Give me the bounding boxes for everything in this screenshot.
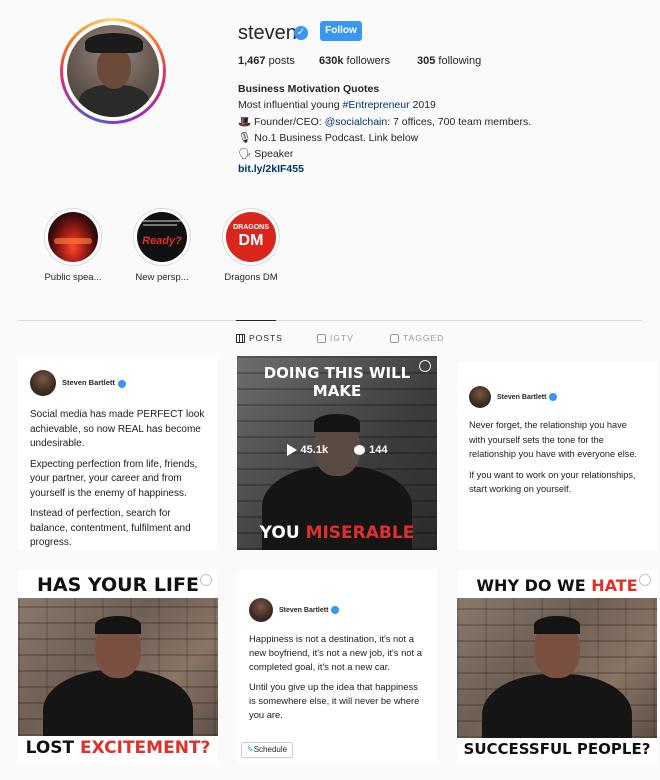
posts-count: 1,467 [238, 55, 266, 67]
post-tile-3[interactable]: Steven Bartlett Never forget, the relati… [457, 362, 657, 550]
post-paragraph: Until you give up the idea that happines… [249, 681, 420, 720]
verified-badge-icon [549, 393, 558, 401]
post-tile-5[interactable]: Steven Bartlett Happiness is not a desti… [237, 570, 437, 764]
post-tile-1[interactable]: Steven Bartlett Social media has made PE… [18, 356, 218, 550]
profile-username: steven [238, 22, 297, 44]
comment-icon [354, 445, 366, 456]
highlight-label: New persp... [135, 272, 189, 283]
followers-label: followers [346, 55, 390, 67]
bio-line-2: 🎩 Founder/CEO: @socialchain: 7 offices, … [238, 116, 532, 128]
verified-badge-icon: ✓ [294, 26, 308, 40]
highlight-cover-ready: Ready? [137, 212, 187, 262]
post-paragraph: Never forget, the relationship you have … [469, 420, 638, 459]
igtv-badge-icon [419, 360, 431, 372]
avatar-photo [67, 25, 159, 117]
post-paragraph: Expecting perfection from life, friends,… [30, 458, 198, 499]
post-paragraph: Instead of perfection, search for balanc… [30, 508, 191, 548]
schedule-icon: ✎ [247, 745, 254, 754]
posts-label: posts [268, 55, 295, 67]
author-avatar [249, 598, 273, 622]
video-stats-overlay: 45.1k 144 [237, 444, 437, 457]
highlight-label: Public spea... [44, 272, 102, 283]
comments-count: 144 [369, 444, 388, 456]
igtv-badge-icon [639, 574, 651, 586]
tabs-divider [18, 320, 642, 321]
highlight-label: Dragons DM [224, 272, 278, 283]
post-photo [18, 598, 218, 736]
author-avatar [469, 386, 491, 408]
following-stat[interactable]: 305 following [417, 55, 481, 67]
post-author-name: Steven Bartlett [279, 606, 329, 614]
verified-badge-icon [117, 379, 126, 388]
tagged-icon [390, 333, 399, 343]
tab-posts[interactable]: POSTS [236, 333, 283, 343]
entrepreneur-hashtag-link[interactable]: #Entrepreneur [342, 99, 409, 111]
bio-line-3: 🎙 No.1 Business Podcast. Link below [238, 132, 419, 144]
grid-icon [236, 333, 245, 343]
video-views-count: 45.1k [300, 444, 329, 456]
highlight-dragons-dm[interactable]: DRAGONS DM Dragons DM [216, 208, 286, 283]
igtv-badge-icon [200, 574, 212, 586]
post-tile-6[interactable]: WHY DO WE HATE SUCCESSFUL PEOPLE? [457, 570, 657, 764]
post-tile-4[interactable]: HAS YOUR LIFE LOST EXCITEMENT? [18, 570, 218, 764]
socialchain-mention-link[interactable]: @socialchain [325, 116, 388, 128]
post-paragraph: Happiness is not a destination, it's not… [249, 633, 422, 672]
active-tab-indicator [236, 320, 276, 321]
post-paragraph: If you want to work on your relationship… [469, 469, 636, 495]
highlight-new-perspective[interactable]: Ready? New persp... [127, 208, 197, 283]
post-caption-top: HAS YOUR LIFE [37, 574, 199, 596]
highlight-cover-dragons: DRAGONS DM [226, 212, 276, 262]
following-count: 305 [417, 55, 436, 67]
post-photo [457, 598, 657, 738]
post-paragraph: Social media has made PERFECT look achie… [30, 409, 205, 449]
verified-badge-icon [331, 606, 340, 614]
post-author-name: Steven Bartlett [497, 393, 547, 401]
post-author-name: Steven Bartlett [62, 378, 115, 388]
tab-igtv[interactable]: IGTV [317, 333, 354, 343]
highlight-public-speaking[interactable]: Public spea... [38, 208, 108, 283]
followers-stat[interactable]: 630k followers [319, 55, 390, 67]
igtv-icon [317, 333, 326, 343]
followers-count: 630k [319, 55, 344, 67]
bio-line-1: Most influential young #Entrepreneur 201… [238, 99, 436, 111]
bio-display-name: Business Motivation Quotes [238, 83, 380, 95]
post-caption-bottom: SUCCESSFUL PEOPLE? [463, 740, 651, 758]
post-caption-top: DOING THIS WILL MAKE [263, 364, 411, 400]
author-avatar [30, 370, 56, 396]
follow-button[interactable]: Follow [320, 21, 362, 41]
tab-tagged[interactable]: TAGGED [390, 333, 444, 343]
following-label: following [438, 55, 482, 67]
bio-website-link[interactable]: bit.ly/2kIF455 [238, 163, 304, 175]
post-tile-2[interactable]: DOING THIS WILL MAKE 45.1k 144 YOU MISER… [237, 356, 437, 550]
post-caption-top: WHY DO WE HATE [476, 576, 638, 595]
post-caption-bottom: LOST EXCITEMENT? [25, 738, 211, 758]
highlight-cover-stage [48, 212, 98, 262]
bio-line-4: 🗣 Speaker [238, 148, 294, 160]
schedule-button[interactable]: ✎Schedule [241, 742, 294, 758]
posts-count-stat: 1,467 posts [238, 55, 295, 67]
play-icon [286, 444, 297, 457]
post-caption-bottom: YOU MISERABLE [259, 523, 415, 543]
profile-avatar[interactable] [60, 18, 166, 124]
